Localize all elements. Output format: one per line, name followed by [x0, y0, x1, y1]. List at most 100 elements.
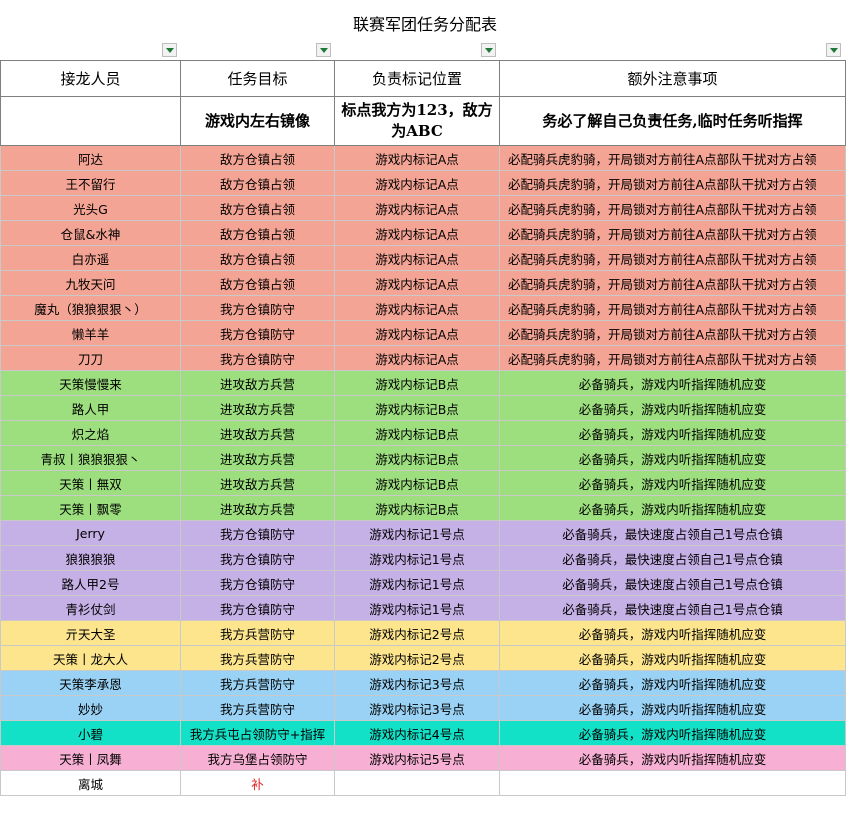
table-cell[interactable]: 必备骑兵，游戏内听指挥随机应变 — [499, 695, 846, 721]
header-cell[interactable]: 接龙人员 — [0, 60, 181, 97]
table-cell[interactable]: 游戏内标记1号点 — [334, 520, 500, 546]
table-cell[interactable]: 游戏内标记A点 — [334, 145, 500, 171]
table-cell[interactable]: 游戏内标记B点 — [334, 445, 500, 471]
table-cell[interactable]: 进攻敌方兵营 — [180, 470, 335, 496]
table-cell[interactable]: 游戏内标记3号点 — [334, 695, 500, 721]
table-cell[interactable]: 游戏内标记A点 — [334, 170, 500, 196]
table-cell[interactable]: 游戏内标记B点 — [334, 495, 500, 521]
table-cell[interactable]: 仓鼠&水神 — [0, 220, 181, 246]
table-cell[interactable]: 必配骑兵虎豹骑，开局锁对方前往A点部队干扰对方占领 — [499, 320, 846, 346]
table-cell[interactable]: 游戏内标记4号点 — [334, 720, 500, 746]
table-cell[interactable]: 必配骑兵虎豹骑，开局锁对方前往A点部队干扰对方占领 — [499, 345, 846, 371]
table-cell[interactable]: 游戏内标记A点 — [334, 245, 500, 271]
table-cell[interactable]: 游戏内标记B点 — [334, 395, 500, 421]
table-cell[interactable]: 青叔丨狼狼狠狠丶 — [0, 445, 181, 471]
table-cell[interactable]: 天策丨龙大人 — [0, 645, 181, 671]
table-cell[interactable]: 游戏内标记1号点 — [334, 595, 500, 621]
table-cell[interactable]: 游戏内标记A点 — [334, 345, 500, 371]
table-cell[interactable]: 我方仓镇防守 — [180, 545, 335, 571]
table-cell[interactable]: 我方兵营防守 — [180, 695, 335, 721]
filter-dropdown-icon[interactable] — [162, 43, 177, 57]
header-cell[interactable]: 额外注意事项 — [499, 60, 846, 97]
table-cell[interactable]: 进攻敌方兵营 — [180, 395, 335, 421]
table-cell[interactable]: 游戏内标记A点 — [334, 295, 500, 321]
table-cell[interactable]: 我方仓镇防守 — [180, 595, 335, 621]
table-cell[interactable]: 进攻敌方兵营 — [180, 495, 335, 521]
table-cell[interactable]: 必备骑兵，游戏内听指挥随机应变 — [499, 495, 846, 521]
table-cell[interactable]: 天策李承恩 — [0, 670, 181, 696]
table-cell[interactable]: 游戏内标记5号点 — [334, 745, 500, 771]
table-cell[interactable]: 游戏内标记A点 — [334, 320, 500, 346]
table-cell[interactable]: 游戏内标记2号点 — [334, 645, 500, 671]
table-cell[interactable]: 必备骑兵，游戏内听指挥随机应变 — [499, 470, 846, 496]
header-cell[interactable]: 负责标记位置 — [334, 60, 500, 97]
table-cell[interactable]: 游戏内标记B点 — [334, 470, 500, 496]
table-cell[interactable]: 天策慢慢来 — [0, 370, 181, 396]
table-cell[interactable]: 游戏内标记B点 — [334, 420, 500, 446]
subheader-cell[interactable] — [0, 96, 181, 146]
table-cell[interactable]: 必配骑兵虎豹骑，开局锁对方前往A点部队干扰对方占领 — [499, 245, 846, 271]
table-cell[interactable]: 青衫仗剑 — [0, 595, 181, 621]
table-cell[interactable]: 必备骑兵，最快速度占领自己1号点仓镇 — [499, 520, 846, 546]
header-cell[interactable]: 任务目标 — [180, 60, 335, 97]
table-cell[interactable]: 进攻敌方兵营 — [180, 445, 335, 471]
table-cell[interactable]: 进攻敌方兵营 — [180, 420, 335, 446]
table-cell[interactable]: 妙妙 — [0, 695, 181, 721]
table-cell[interactable]: 必备骑兵，游戏内听指挥随机应变 — [499, 670, 846, 696]
table-cell[interactable]: 天策丨飘零 — [0, 495, 181, 521]
table-cell[interactable]: 天策丨無双 — [0, 470, 181, 496]
table-cell[interactable]: 必配骑兵虎豹骑，开局锁对方前往A点部队干扰对方占领 — [499, 270, 846, 296]
table-cell[interactable]: 我方仓镇防守 — [180, 295, 335, 321]
table-cell[interactable]: 我方乌堡占领防守 — [180, 745, 335, 771]
table-cell[interactable]: 必备骑兵，游戏内听指挥随机应变 — [499, 720, 846, 746]
table-cell[interactable]: 敌方仓镇占领 — [180, 220, 335, 246]
table-cell[interactable]: 光头G — [0, 195, 181, 221]
table-cell[interactable] — [334, 770, 500, 796]
table-cell[interactable]: 必配骑兵虎豹骑，开局锁对方前往A点部队干扰对方占领 — [499, 295, 846, 321]
table-cell[interactable]: 必备骑兵，游戏内听指挥随机应变 — [499, 620, 846, 646]
table-cell[interactable]: 游戏内标记2号点 — [334, 620, 500, 646]
table-cell[interactable] — [499, 770, 846, 796]
table-cell[interactable]: 白亦遥 — [0, 245, 181, 271]
filter-dropdown-icon[interactable] — [826, 43, 841, 57]
subheader-cell[interactable]: 务必了解自己负责任务,临时任务听指挥 — [499, 96, 846, 146]
table-cell[interactable]: 游戏内标记A点 — [334, 220, 500, 246]
table-cell[interactable]: 必备骑兵，游戏内听指挥随机应变 — [499, 645, 846, 671]
table-cell[interactable]: 必配骑兵虎豹骑，开局锁对方前往A点部队干扰对方占领 — [499, 170, 846, 196]
table-cell[interactable]: 必备骑兵，最快速度占领自己1号点仓镇 — [499, 570, 846, 596]
table-cell[interactable]: 小碧 — [0, 720, 181, 746]
table-cell[interactable]: 我方仓镇防守 — [180, 345, 335, 371]
table-cell[interactable]: 必备骑兵，游戏内听指挥随机应变 — [499, 395, 846, 421]
table-cell[interactable]: 必配骑兵虎豹骑，开局锁对方前往A点部队干扰对方占领 — [499, 145, 846, 171]
table-cell[interactable]: 必配骑兵虎豹骑，开局锁对方前往A点部队干扰对方占领 — [499, 195, 846, 221]
filter-dropdown-icon[interactable] — [481, 43, 496, 57]
table-cell[interactable]: Jerry — [0, 520, 181, 546]
table-cell[interactable]: 路人甲 — [0, 395, 181, 421]
table-cell[interactable]: 必配骑兵虎豹骑，开局锁对方前往A点部队干扰对方占领 — [499, 220, 846, 246]
table-cell[interactable]: 必备骑兵，游戏内听指挥随机应变 — [499, 370, 846, 396]
table-cell[interactable]: 离城 — [0, 770, 181, 796]
table-cell[interactable]: 必备骑兵，游戏内听指挥随机应变 — [499, 420, 846, 446]
table-cell[interactable]: 游戏内标记A点 — [334, 270, 500, 296]
subheader-cell[interactable]: 游戏内左右镜像 — [180, 96, 335, 146]
table-cell[interactable]: 必备骑兵，游戏内听指挥随机应变 — [499, 445, 846, 471]
table-cell[interactable]: 狼狼狼狼 — [0, 545, 181, 571]
table-cell[interactable]: 亓天大圣 — [0, 620, 181, 646]
table-cell[interactable]: 我方仓镇防守 — [180, 520, 335, 546]
table-cell[interactable]: 我方兵营防守 — [180, 620, 335, 646]
table-cell[interactable]: 必备骑兵，最快速度占领自己1号点仓镇 — [499, 595, 846, 621]
table-cell[interactable]: 路人甲2号 — [0, 570, 181, 596]
table-cell[interactable]: 王不留行 — [0, 170, 181, 196]
table-cell[interactable]: 我方仓镇防守 — [180, 320, 335, 346]
table-cell[interactable]: 我方兵营防守 — [180, 645, 335, 671]
table-cell[interactable]: 炽之焰 — [0, 420, 181, 446]
filter-dropdown-icon[interactable] — [316, 43, 331, 57]
table-cell[interactable]: 懒羊羊 — [0, 320, 181, 346]
table-cell[interactable]: 我方兵营防守 — [180, 670, 335, 696]
table-cell[interactable]: 必备骑兵，游戏内听指挥随机应变 — [499, 745, 846, 771]
table-cell[interactable]: 游戏内标记3号点 — [334, 670, 500, 696]
table-cell[interactable]: 游戏内标记B点 — [334, 370, 500, 396]
table-cell[interactable]: 必备骑兵，最快速度占领自己1号点仓镇 — [499, 545, 846, 571]
table-cell[interactable]: 魔丸（狼狼狠狠丶） — [0, 295, 181, 321]
table-cell[interactable]: 敌方仓镇占领 — [180, 245, 335, 271]
